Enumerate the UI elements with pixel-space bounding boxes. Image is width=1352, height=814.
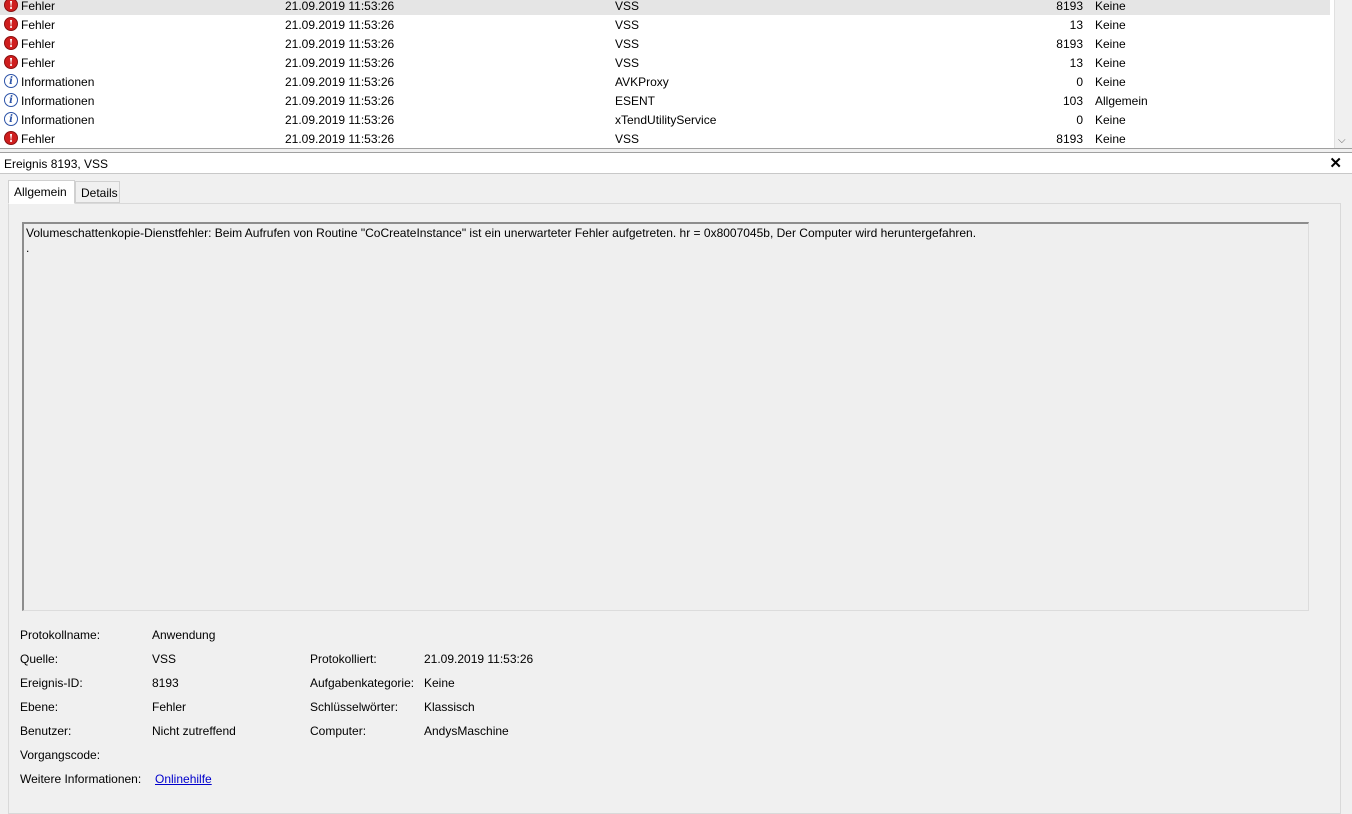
event-id-value: 8193 bbox=[152, 676, 179, 690]
task-category-value: Keine bbox=[424, 676, 455, 690]
event-row[interactable]: i Informationen 21.09.2019 11:53:26 ESENT 10… bbox=[0, 91, 1330, 110]
event-category: Keine bbox=[1095, 132, 1126, 146]
event-id-label: Ereignis-ID: bbox=[20, 676, 83, 690]
scroll-down-icon[interactable]: ⌵ bbox=[1338, 135, 1346, 146]
tab-details[interactable]: Details bbox=[75, 181, 120, 203]
event-date: 21.09.2019 11:53:26 bbox=[285, 56, 395, 70]
tab-panel-general: Volumeschattenkopie-Dienstfehler: Beim A… bbox=[8, 203, 1341, 814]
event-source: VSS bbox=[615, 132, 640, 146]
event-date: 21.09.2019 11:53:26 bbox=[285, 0, 395, 13]
error-icon: ! bbox=[4, 36, 18, 50]
event-category: Keine bbox=[1095, 113, 1126, 127]
error-icon: ! bbox=[4, 17, 18, 31]
event-category: Keine bbox=[1095, 75, 1126, 89]
event-id: 8193 bbox=[1056, 132, 1083, 146]
event-level: Informationen bbox=[21, 75, 95, 89]
event-id: 8193 bbox=[1056, 37, 1083, 51]
event-date: 21.09.2019 11:53:26 bbox=[285, 94, 395, 108]
computer-value: AndysMaschine bbox=[424, 724, 509, 738]
event-date: 21.09.2019 11:53:26 bbox=[285, 132, 395, 146]
user-value: Nicht zutreffend bbox=[152, 724, 236, 738]
event-category: Keine bbox=[1095, 0, 1126, 13]
event-date: 21.09.2019 11:53:26 bbox=[285, 75, 395, 89]
event-source: VSS bbox=[615, 56, 640, 70]
event-level: Fehler bbox=[21, 56, 56, 70]
event-id: 0 bbox=[1076, 113, 1083, 127]
level-value: Fehler bbox=[152, 700, 187, 714]
event-category: Keine bbox=[1095, 56, 1126, 70]
event-category: Keine bbox=[1095, 37, 1126, 51]
log-name-label: Protokollname: bbox=[20, 628, 101, 642]
event-date: 21.09.2019 11:53:26 bbox=[285, 113, 395, 127]
event-row[interactable]: i Informationen 21.09.2019 11:53:26 AVKProx… bbox=[0, 72, 1330, 91]
event-category: Allgemein bbox=[1095, 94, 1148, 108]
info-icon: i bbox=[4, 112, 18, 126]
error-icon: ! bbox=[4, 0, 18, 12]
info-icon: i bbox=[4, 74, 18, 88]
event-row[interactable]: ! Fehler 21.09.2019 11:53:26 VSS 8193 Keine bbox=[0, 34, 1330, 53]
event-date: 21.09.2019 11:53:26 bbox=[285, 18, 395, 32]
event-message-box[interactable]: Volumeschattenkopie-Dienstfehler: Beim A… bbox=[22, 222, 1309, 611]
event-level: Informationen bbox=[21, 94, 95, 108]
source-value: VSS bbox=[152, 652, 177, 666]
event-category: Keine bbox=[1095, 18, 1126, 32]
event-message-text: Volumeschattenkopie-Dienstfehler: Beim A… bbox=[26, 226, 977, 255]
event-detail-pane: Ereignis 8193, VSS ✕ Allgemein Details V… bbox=[0, 153, 1352, 814]
opcode-label: Vorgangscode: bbox=[20, 748, 101, 762]
event-row[interactable]: ! Fehler 21.09.2019 11:53:26 VSS 8193 Keine bbox=[0, 129, 1330, 148]
event-level: Fehler bbox=[21, 0, 56, 13]
event-source: VSS bbox=[615, 37, 640, 51]
log-name-value: Anwendung bbox=[152, 628, 216, 642]
event-source: xTendUtilityService bbox=[615, 113, 717, 127]
more-info-label: Weitere Informationen: bbox=[20, 772, 142, 786]
event-source: VSS bbox=[615, 18, 640, 32]
event-source: ESENT bbox=[615, 94, 656, 108]
computer-label: Computer: bbox=[310, 724, 367, 738]
vertical-scrollbar[interactable]: ⌵ bbox=[1334, 0, 1352, 148]
close-icon[interactable]: ✕ bbox=[1329, 154, 1342, 172]
event-source: AVKProxy bbox=[615, 75, 669, 89]
info-icon: i bbox=[4, 93, 18, 107]
event-level: Fehler bbox=[21, 18, 56, 32]
detail-header: Ereignis 8193, VSS ✕ bbox=[0, 153, 1352, 174]
task-category-label: Aufgabenkategorie: bbox=[310, 676, 415, 690]
event-row[interactable]: ! Fehler 21.09.2019 11:53:26 VSS 8193 Keine bbox=[0, 0, 1330, 15]
event-id: 13 bbox=[1069, 56, 1083, 70]
level-label: Ebene: bbox=[20, 700, 59, 714]
event-level: Fehler bbox=[21, 37, 56, 51]
detail-title: Ereignis 8193, VSS bbox=[4, 157, 109, 171]
event-row[interactable]: ! Fehler 21.09.2019 11:53:26 VSS 13 Keine bbox=[0, 53, 1330, 72]
user-label: Benutzer: bbox=[20, 724, 72, 738]
source-label: Quelle: bbox=[20, 652, 59, 666]
event-id: 103 bbox=[1062, 94, 1083, 108]
tab-allgemein[interactable]: Allgemein bbox=[8, 180, 75, 204]
event-list: ! Fehler 21.09.2019 11:53:26 VSS 8193 Keine! F… bbox=[0, 0, 1352, 148]
event-id: 8193 bbox=[1056, 0, 1083, 13]
event-level: Fehler bbox=[21, 132, 56, 146]
event-id: 0 bbox=[1076, 75, 1083, 89]
online-help-link[interactable]: Onlinehilfe bbox=[155, 772, 212, 786]
event-source: VSS bbox=[615, 0, 640, 13]
error-icon: ! bbox=[4, 131, 18, 145]
logged-label: Protokolliert: bbox=[310, 652, 377, 666]
keywords-value: Klassisch bbox=[424, 700, 475, 714]
error-icon: ! bbox=[4, 55, 18, 69]
event-id: 13 bbox=[1069, 18, 1083, 32]
event-date: 21.09.2019 11:53:26 bbox=[285, 37, 395, 51]
logged-value: 21.09.2019 11:53:26 bbox=[424, 652, 534, 666]
keywords-label: Schlüsselwörter: bbox=[310, 700, 399, 714]
event-row[interactable]: i Informationen 21.09.2019 11:53:26 xTendUt… bbox=[0, 110, 1330, 129]
event-level: Informationen bbox=[21, 113, 95, 127]
event-row[interactable]: ! Fehler 21.09.2019 11:53:26 VSS 13 Keine bbox=[0, 15, 1330, 34]
